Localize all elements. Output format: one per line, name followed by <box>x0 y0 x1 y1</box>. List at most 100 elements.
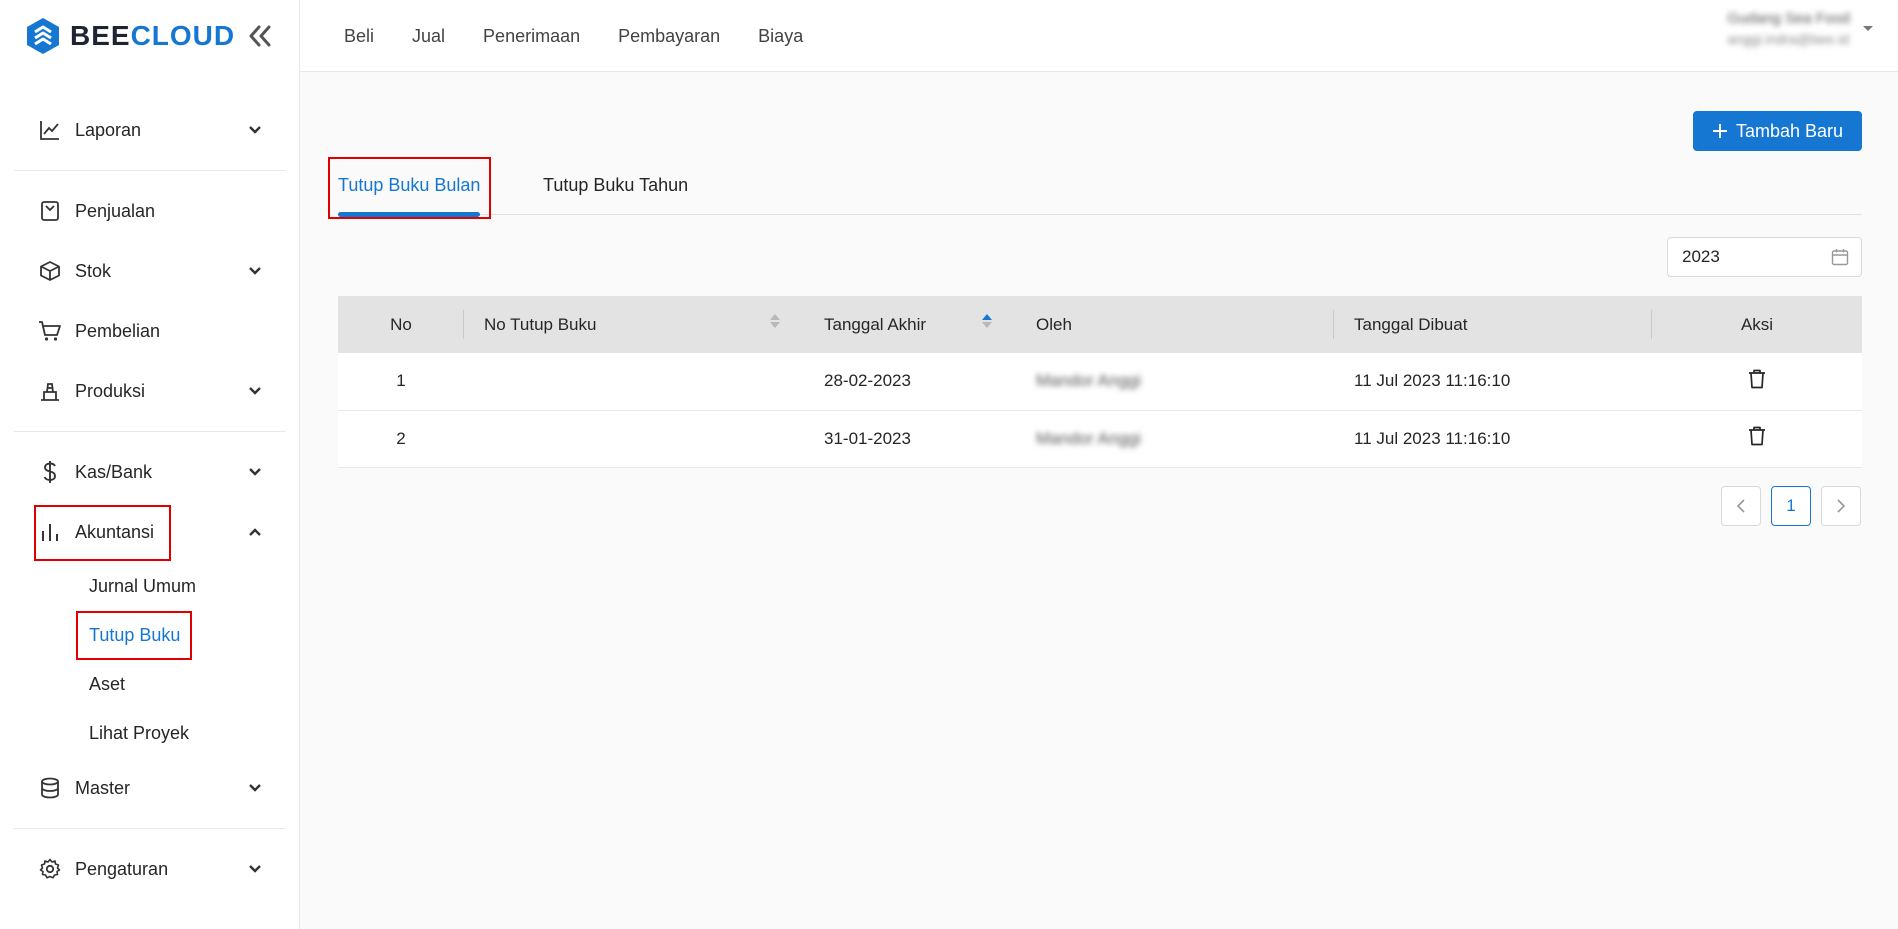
cell-no-tutup-buku <box>464 410 804 467</box>
database-icon <box>38 776 62 800</box>
prev-page-button[interactable] <box>1721 486 1761 526</box>
sidebar: BEECLOUD Laporan Penjualan Stok Pembelia… <box>0 0 300 929</box>
highlight-box <box>328 157 491 219</box>
tab-tutup-buku-tahun[interactable]: Tutup Buku Tahun <box>543 155 688 215</box>
cart-icon <box>38 319 62 343</box>
topnav-pembayaran[interactable]: Pembayaran <box>618 26 720 47</box>
cell-oleh: Mandor Anggi <box>1036 428 1141 448</box>
year-picker[interactable]: 2023 <box>1667 237 1862 277</box>
box-icon <box>38 259 62 283</box>
sidebar-item-label: Produksi <box>75 380 146 401</box>
chevron-left-icon <box>1736 499 1745 513</box>
topnav-jual[interactable]: Jual <box>412 26 445 47</box>
sidebar-item-label: Pengaturan <box>75 858 169 879</box>
sort-ascending-icon <box>982 314 992 328</box>
trash-icon[interactable] <box>1748 426 1766 446</box>
next-page-button[interactable] <box>1821 486 1861 526</box>
cell-aksi <box>1652 410 1862 467</box>
brand-cloud: CLOUD <box>130 20 236 51</box>
chevron-down-icon <box>246 463 264 481</box>
user-menu[interactable]: Gudang Sea Food anggi.indra@bee.id <box>1727 10 1874 47</box>
add-new-label: Tambah Baru <box>1735 120 1844 141</box>
col-header-no-tutup-buku[interactable]: No Tutup Buku <box>464 296 804 353</box>
sidebar-item-pembelian[interactable]: Pembelian <box>14 301 286 361</box>
dollar-icon <box>38 460 62 484</box>
sidebar-subitem-aset[interactable]: Aset <box>14 660 286 709</box>
col-header-no: No <box>338 296 464 353</box>
sidebar-item-label: Master <box>75 777 131 798</box>
sidebar-item-pengaturan[interactable]: Pengaturan <box>14 839 286 899</box>
sidebar-item-produksi[interactable]: Produksi <box>14 361 286 421</box>
sidebar-item-akuntansi[interactable]: Akuntansi <box>14 502 286 562</box>
sidebar-item-label: Stok <box>75 260 112 281</box>
sidebar-item-kas-bank[interactable]: Kas/Bank <box>14 442 286 502</box>
topnav-penerimaan[interactable]: Penerimaan <box>483 26 580 47</box>
add-new-button[interactable]: Tambah Baru <box>1693 111 1862 151</box>
cell-no: 2 <box>396 428 406 448</box>
col-header-oleh: Oleh <box>1016 296 1334 353</box>
sidebar-item-master[interactable]: Master <box>14 758 286 818</box>
plus-icon <box>1712 124 1727 138</box>
cell-tanggal-akhir: 31-01-2023 <box>824 428 911 448</box>
user-name: Gudang Sea Food <box>1727 10 1850 27</box>
sidebar-nav: Laporan Penjualan Stok Pembelian Produks… <box>14 100 286 899</box>
page-number-button[interactable]: 1 <box>1771 486 1811 526</box>
cell-tanggal-akhir: 28-02-2023 <box>824 371 911 391</box>
top-nav: Beli Jual Penerimaan Pembayaran Biaya <box>344 0 803 72</box>
table-header-row: No No Tutup Buku Tanggal Akhir Oleh Tang… <box>338 296 1862 353</box>
tutup-buku-table: No No Tutup Buku Tanggal Akhir Oleh Tang… <box>338 296 1862 468</box>
chevron-down-icon <box>246 262 264 280</box>
sidebar-item-label: Pembelian <box>75 320 161 341</box>
caret-down-icon <box>1863 25 1873 31</box>
topnav-beli[interactable]: Beli <box>344 26 374 47</box>
logo: BEECLOUD <box>26 16 235 56</box>
double-chevron-left-icon <box>249 25 271 47</box>
factory-icon <box>38 379 62 403</box>
sidebar-item-label: Penjualan <box>75 200 156 221</box>
chevron-down-icon <box>246 779 264 797</box>
sidebar-item-laporan[interactable]: Laporan <box>14 100 286 160</box>
chevron-up-icon <box>246 523 264 541</box>
user-info: Gudang Sea Food anggi.indra@bee.id <box>1727 10 1850 47</box>
divider <box>14 431 286 432</box>
sort-icon <box>770 314 780 328</box>
topnav-biaya[interactable]: Biaya <box>758 26 803 47</box>
cell-tanggal-dibuat: 11 Jul 2023 11:16:10 <box>1354 428 1511 448</box>
brand-bee: BEE <box>70 20 131 51</box>
bee-hexagon-logo-icon <box>27 18 59 54</box>
col-header-aksi: Aksi <box>1740 314 1774 334</box>
tab-bar: Tutup Buku Bulan Tutup Buku Tahun <box>338 155 1862 217</box>
tab-label: Tutup Buku Tahun <box>543 174 689 195</box>
pagination: 1 <box>1721 486 1861 526</box>
sidebar-subitem-lihat-proyek[interactable]: Lihat Proyek <box>14 709 286 758</box>
divider <box>14 828 286 829</box>
highlight-box <box>76 611 192 660</box>
table-row: 1 28-02-2023 Mandor Anggi 11 Jul 2023 11… <box>338 353 1862 410</box>
brand-name: BEECLOUD <box>70 20 235 52</box>
chevron-down-icon <box>246 860 264 878</box>
col-header-tanggal-dibuat: Tanggal Dibuat <box>1334 296 1652 353</box>
line-chart-icon <box>38 118 62 142</box>
sidebar-subitem-jurnal-umum[interactable]: Jurnal Umum <box>14 562 286 611</box>
sidebar-item-stok[interactable]: Stok <box>14 241 286 301</box>
chevron-right-icon <box>1837 499 1846 513</box>
gear-icon <box>38 857 62 881</box>
receipt-icon <box>38 199 62 223</box>
sidebar-subitem-tutup-buku[interactable]: Tutup Buku <box>14 611 286 660</box>
sidebar-item-penjualan[interactable]: Penjualan <box>14 181 286 241</box>
cell-aksi <box>1652 353 1862 410</box>
cell-oleh: Mandor Anggi <box>1036 371 1141 391</box>
col-header-tanggal-akhir[interactable]: Tanggal Akhir <box>804 296 1016 353</box>
sidebar-item-label: Kas/Bank <box>75 461 153 482</box>
sidebar-item-label: Laporan <box>75 119 142 140</box>
collapse-sidebar-button[interactable] <box>244 20 276 52</box>
calendar-icon <box>1831 249 1849 266</box>
sidebar-item-label: Akuntansi <box>75 521 155 542</box>
user-email: anggi.indra@bee.id <box>1727 31 1850 47</box>
chevron-down-icon <box>246 382 264 400</box>
table-row: 2 31-01-2023 Mandor Anggi 11 Jul 2023 11… <box>338 410 1862 467</box>
year-value: 2023 <box>1682 247 1720 266</box>
cell-no-tutup-buku <box>464 353 804 410</box>
trash-icon[interactable] <box>1748 369 1766 389</box>
cell-tanggal-dibuat: 11 Jul 2023 11:16:10 <box>1354 371 1511 391</box>
